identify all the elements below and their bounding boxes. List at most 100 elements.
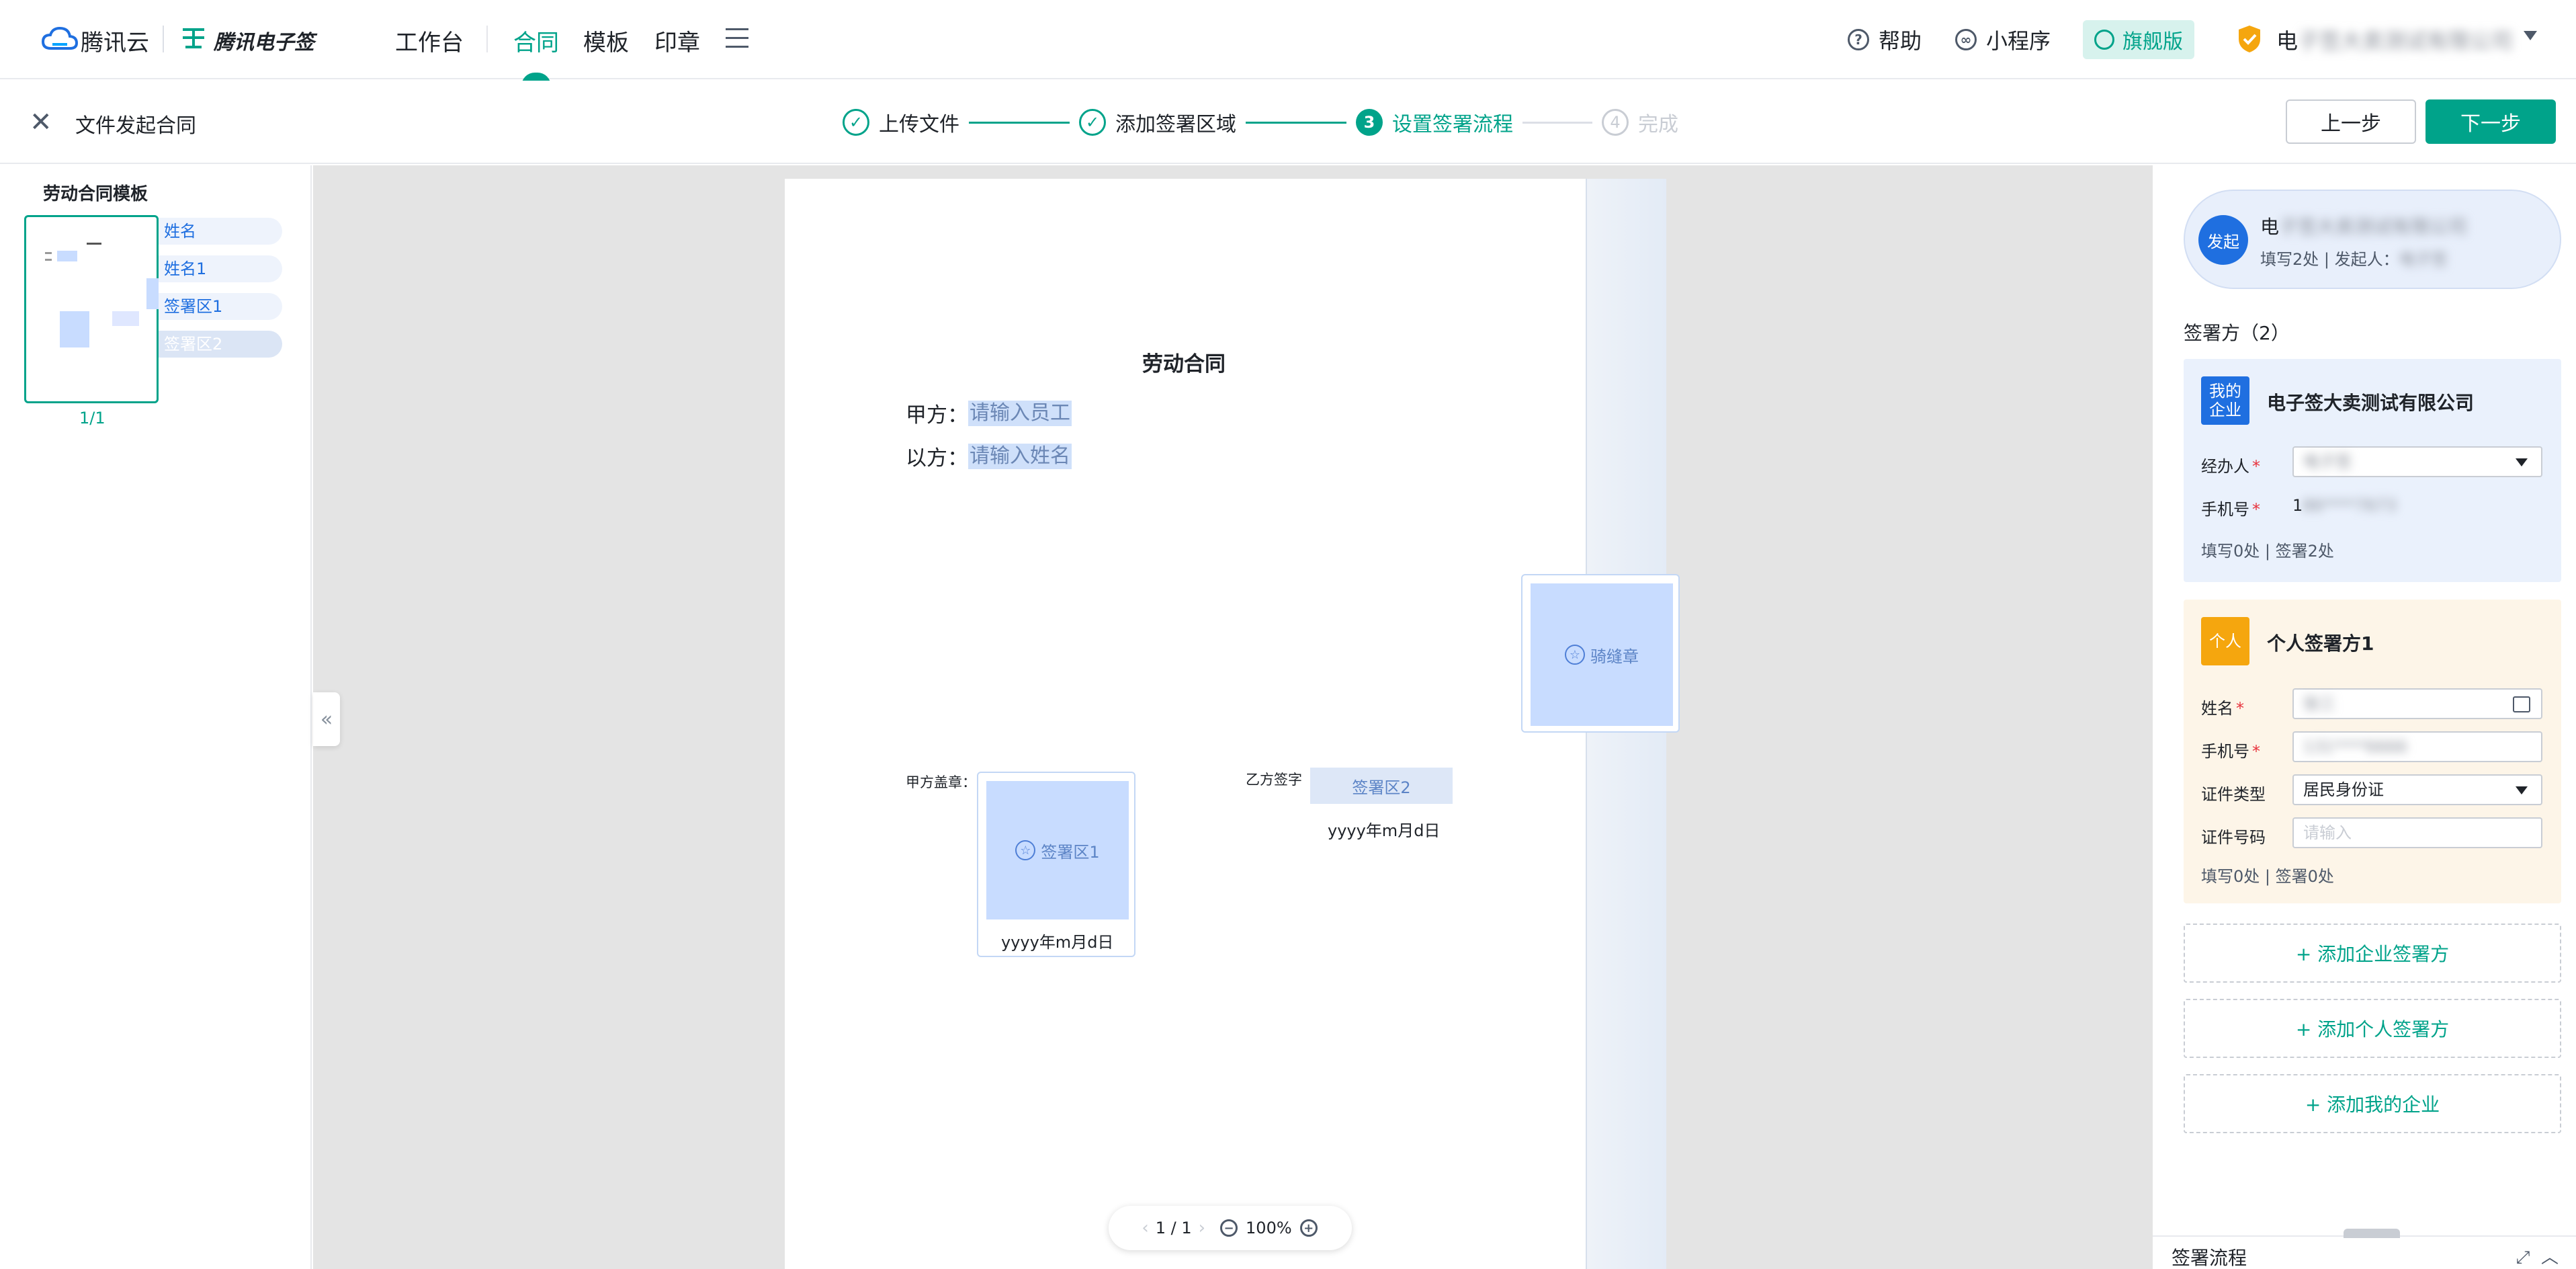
stepper: ✓ 上传文件 ✓ 添加签署区域 3 设置签署流程 4 完成 bbox=[843, 108, 1678, 137]
page-indicator: 1 / 1 bbox=[1155, 1219, 1192, 1237]
seam-seal-area[interactable]: ☆ 骑缝章 bbox=[1521, 574, 1680, 733]
phone-blurred: 86****7673 bbox=[2303, 496, 2397, 515]
esign-logo-icon[interactable] bbox=[180, 27, 207, 50]
badge-line-2: 企业 bbox=[2209, 401, 2241, 419]
step-2-check-icon: ✓ bbox=[1079, 109, 1106, 136]
signer-phone-value: 131****6666 bbox=[2303, 737, 2407, 756]
initiator-meta-text: 填写2处 | 发起人： bbox=[2260, 250, 2399, 269]
company-switcher[interactable]: 电 子签大卖测试有限公司 bbox=[2276, 24, 2513, 55]
phone-label-text: 手机号 bbox=[2201, 500, 2249, 519]
name-label: 姓名 * bbox=[2201, 699, 2244, 718]
edition-badge[interactable]: 旗舰版 bbox=[2083, 20, 2194, 59]
nav-contracts[interactable]: 合同 bbox=[513, 24, 559, 57]
party-b-line: 以方： 请输入姓名 bbox=[906, 441, 1072, 471]
initiator-person-blurred: 电子签 bbox=[2399, 250, 2448, 269]
help-link[interactable]: ? 帮助 bbox=[1848, 20, 1922, 59]
field-chip-sign-area-1[interactable]: 签署区1 bbox=[159, 293, 282, 320]
personal-phone-label: 手机号 * bbox=[2201, 742, 2260, 761]
nav-seals[interactable]: 印章 bbox=[654, 24, 700, 57]
enterprise-phone: 1 86****7673 bbox=[2292, 496, 2397, 515]
seam-seal-label: 骑缝章 bbox=[1590, 647, 1639, 666]
document-canvas: « 劳动合同 甲方： 请输入员工 以方： 请输入姓名 ☆ 骑缝章 甲方盖章： ☆… bbox=[313, 165, 2147, 1269]
party-a-fill-field[interactable]: 请输入员工 bbox=[968, 400, 1072, 426]
phone-prefix: 1 bbox=[2292, 496, 2303, 515]
step-connector bbox=[969, 121, 1070, 124]
signer-name-input[interactable]: 张三 bbox=[2292, 688, 2542, 719]
close-icon[interactable]: ✕ bbox=[30, 109, 54, 136]
personal-badge: 个人 bbox=[2201, 617, 2249, 665]
step-4-label: 完成 bbox=[1638, 113, 1678, 136]
id-number-label: 证件号码 bbox=[2201, 828, 2266, 847]
chevron-down-icon bbox=[2516, 786, 2528, 794]
step-3-number: 3 bbox=[1356, 109, 1383, 136]
signer-phone-input[interactable]: 131****6666 bbox=[2292, 731, 2542, 762]
initiator-card: 发起 电 子签大卖测试有限公司 填写2处 | 发起人： 电子签 bbox=[2184, 190, 2561, 289]
next-page-icon[interactable]: › bbox=[1199, 1218, 1205, 1238]
party-b-fill-field[interactable]: 请输入姓名 bbox=[968, 443, 1072, 469]
brand-name[interactable]: 腾讯云 bbox=[81, 24, 149, 57]
collapse-sidebar-icon[interactable]: « bbox=[313, 692, 340, 746]
zoom-in-icon[interactable]: + bbox=[1299, 1219, 1318, 1237]
document-page: 劳动合同 甲方： 请输入员工 以方： 请输入姓名 ☆ 骑缝章 甲方盖章： ☆ 签… bbox=[785, 179, 1680, 1269]
product-name[interactable]: 腾讯电子签 bbox=[214, 26, 314, 55]
top-navbar: 腾讯云 腾讯电子签 工作台 合同 模板 印章 ? 帮助 ∞ 小程序 旗舰版 电 … bbox=[0, 0, 2576, 86]
seal-star-icon: ☆ bbox=[1565, 645, 1585, 665]
add-my-company-button[interactable]: + 添加我的企业 bbox=[2184, 1074, 2561, 1133]
chevron-down-icon[interactable] bbox=[2524, 31, 2537, 40]
nav-templates[interactable]: 模板 bbox=[583, 24, 629, 57]
nav-workbench[interactable]: 工作台 bbox=[395, 24, 464, 57]
id-type-select[interactable]: 居民身份证 bbox=[2292, 774, 2542, 805]
operator-select[interactable]: 电子签 bbox=[2292, 446, 2542, 477]
menu-icon[interactable] bbox=[726, 28, 748, 50]
prev-page-icon[interactable]: ‹ bbox=[1142, 1218, 1148, 1238]
operator-value: 电子签 bbox=[2303, 452, 2352, 471]
step-4-number: 4 bbox=[1602, 109, 1629, 136]
personal-summary: 填写0处 | 签署0处 bbox=[2201, 867, 2334, 886]
thumb-field-marker bbox=[57, 251, 77, 261]
seam-seal-box: ☆ 骑缝章 bbox=[1531, 583, 1673, 726]
initiator-badge: 发起 bbox=[2198, 215, 2248, 265]
operator-label-text: 经办人 bbox=[2201, 457, 2249, 476]
previous-step-button[interactable]: 上一步 bbox=[2286, 99, 2416, 144]
miniprogram-label: 小程序 bbox=[1986, 28, 2051, 54]
step-1-label: 上传文件 bbox=[879, 113, 959, 136]
nav-divider bbox=[486, 26, 488, 52]
personal-signer-name: 个人签署方1 bbox=[2267, 632, 2374, 655]
expand-collapse-icon[interactable]: ⤢ ︿ bbox=[2516, 1243, 2559, 1268]
contact-picker-icon[interactable] bbox=[2513, 696, 2530, 712]
enterprise-signer-card: 我的 企业 电子签大卖测试有限公司 经办人 * 电子签 手机号 * 1 86****7… bbox=[2184, 359, 2561, 582]
verified-shield-icon bbox=[2239, 26, 2260, 52]
contract-steps-bar: ✕ 文件发起合同 ✓ 上传文件 ✓ 添加签署区域 3 设置签署流程 4 完成 上… bbox=[0, 81, 2576, 164]
field-chip-sign-area-2[interactable]: 签署区2 bbox=[159, 331, 282, 358]
next-step-button[interactable]: 下一步 bbox=[2425, 99, 2556, 144]
badge-line-1: 我的 bbox=[2209, 382, 2241, 401]
add-personal-signer-button[interactable]: + 添加个人签署方 bbox=[2184, 999, 2561, 1058]
signing-flow-drawer[interactable]: 签署流程 ⤢ ︿ bbox=[2153, 1229, 2576, 1269]
step-3-label: 设置签署流程 bbox=[1392, 113, 1513, 136]
drawer-handle[interactable] bbox=[2344, 1229, 2400, 1238]
add-enterprise-signer-button[interactable]: + 添加企业签署方 bbox=[2184, 924, 2561, 983]
tencent-cloud-logo-icon[interactable] bbox=[42, 26, 78, 52]
zoom-out-icon[interactable]: − bbox=[1220, 1219, 1238, 1237]
signing-flow-title: 签署流程 bbox=[2172, 1247, 2247, 1269]
party-a-line: 甲方： 请输入员工 bbox=[906, 398, 1072, 428]
sign-area-1-date: yyyy年m月d日 bbox=[1001, 933, 1114, 952]
party-b-label: 以方： bbox=[906, 446, 968, 470]
company-name-blurred: 子签大卖测试有限公司 bbox=[2298, 28, 2514, 54]
field-chip-name[interactable]: 姓名 bbox=[159, 218, 282, 245]
miniprogram-link[interactable]: ∞ 小程序 bbox=[1955, 20, 2051, 59]
signers-section-title: 签署方（2） bbox=[2184, 322, 2290, 344]
sign-area-1[interactable]: ☆ 签署区1 yyyy年m月d日 bbox=[977, 772, 1135, 957]
thumbnail-tab bbox=[146, 278, 159, 309]
step-connector bbox=[1522, 121, 1592, 124]
zoom-level: 100% bbox=[1246, 1219, 1292, 1237]
initiator-name: 电 子签大卖测试有限公司 bbox=[2260, 212, 2467, 239]
link-icon: ∞ bbox=[1955, 29, 1977, 50]
initiator-name-prefix: 电 bbox=[2260, 216, 2280, 238]
field-chip-name1[interactable]: 姓名1 bbox=[159, 255, 282, 282]
brand-divider bbox=[163, 26, 164, 52]
id-number-input[interactable]: 请输入 bbox=[2292, 817, 2542, 848]
thumb-line bbox=[45, 259, 52, 261]
sign-area-2[interactable]: 签署区2 bbox=[1310, 768, 1453, 804]
page-thumbnail[interactable] bbox=[24, 215, 159, 403]
